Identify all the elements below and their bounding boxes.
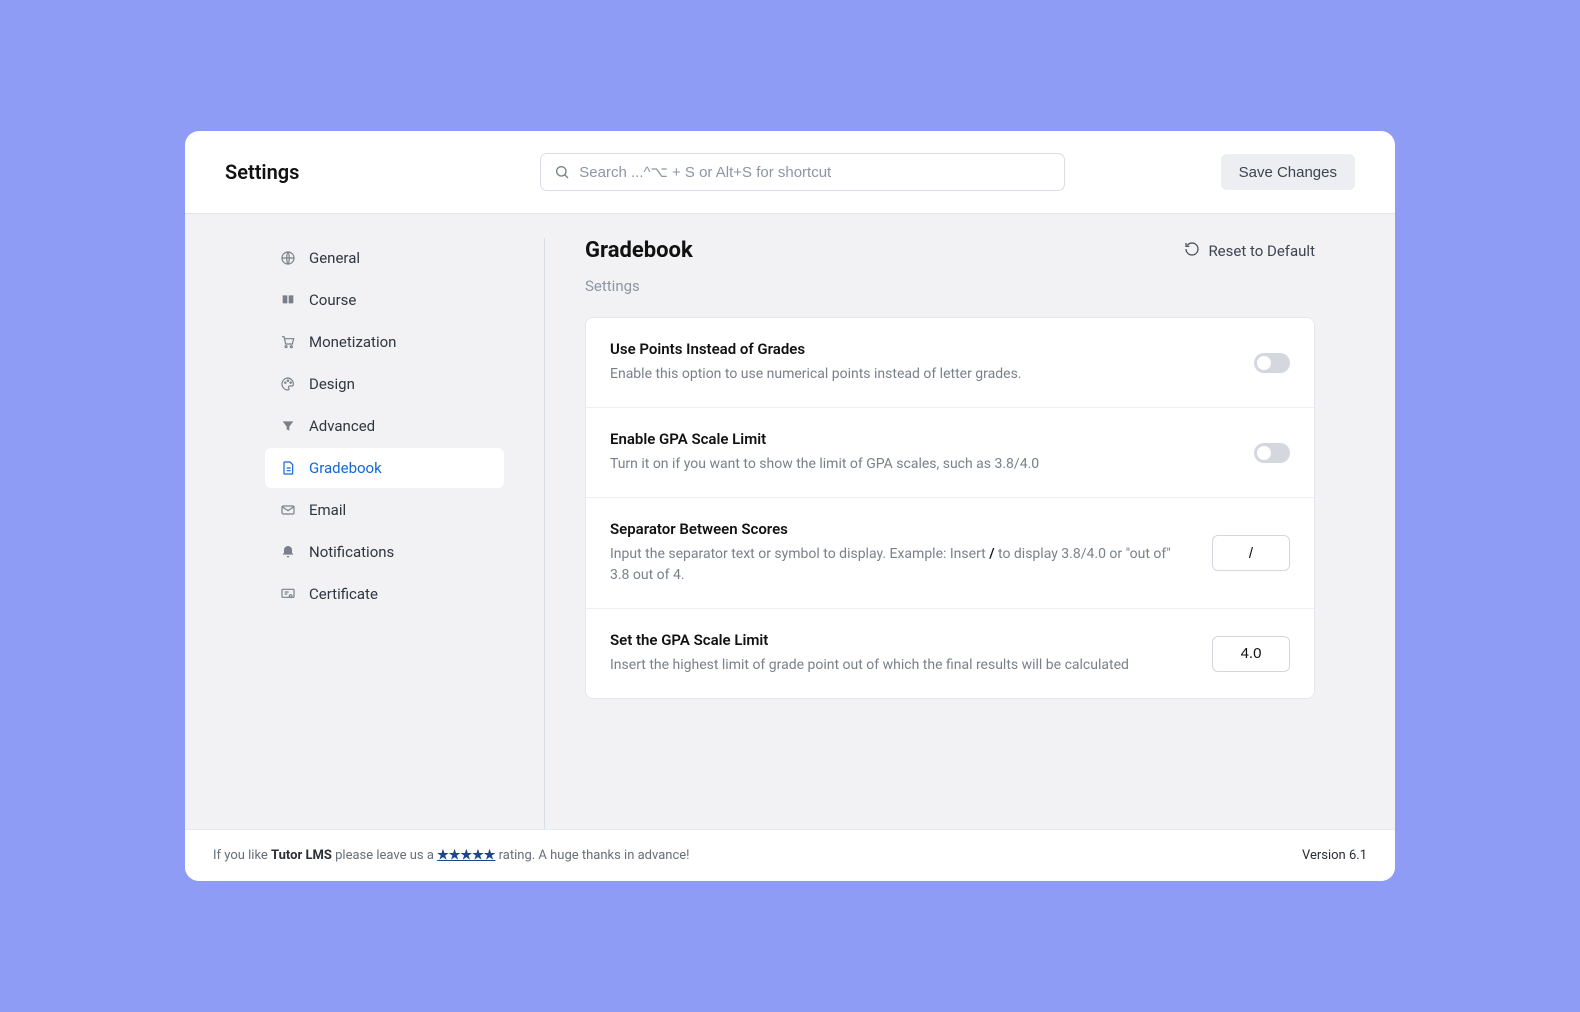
main-section: Gradebook Reset to Default Settings Use … [545, 238, 1315, 829]
input-separator[interactable] [1212, 535, 1290, 571]
sidebar-item-design[interactable]: Design [265, 364, 504, 404]
toggle-use-points[interactable] [1254, 353, 1290, 373]
sidebar-item-monetization[interactable]: Monetization [265, 322, 504, 362]
input-gpa-scale[interactable] [1212, 636, 1290, 672]
row-enable-gpa-limit: Enable GPA Scale Limit Turn it on if you… [586, 407, 1314, 497]
footer-brand: Tutor LMS [271, 848, 332, 863]
subhead: Settings [585, 277, 1315, 295]
sidebar-item-notifications[interactable]: Notifications [265, 532, 504, 572]
row-desc: Turn it on if you want to show the limit… [610, 454, 1214, 475]
globe-icon [279, 249, 297, 267]
search-icon [553, 163, 571, 181]
bell-icon [279, 543, 297, 561]
body-inner: General Course Monetization Design Advan… [185, 214, 1395, 829]
row-desc: Input the separator text or symbol to di… [610, 544, 1172, 586]
row-text: Separator Between Scores Input the separ… [610, 520, 1172, 586]
row-text: Enable GPA Scale Limit Turn it on if you… [610, 430, 1214, 475]
rating-stars-link[interactable]: ★★★★★ [437, 848, 495, 863]
sidebar-item-label: Design [309, 375, 355, 393]
row-use-points: Use Points Instead of Grades Enable this… [586, 318, 1314, 407]
palette-icon [279, 375, 297, 393]
sidebar-item-label: General [309, 249, 360, 267]
sidebar-item-label: Certificate [309, 585, 378, 603]
mail-icon [279, 501, 297, 519]
sidebar-item-gradebook[interactable]: Gradebook [265, 448, 504, 488]
sidebar-item-label: Advanced [309, 417, 375, 435]
main-head: Gradebook Reset to Default [585, 238, 1315, 263]
reset-to-default[interactable]: Reset to Default [1184, 241, 1315, 261]
toggle-gpa-limit[interactable] [1254, 443, 1290, 463]
version: Version 6.1 [1302, 848, 1367, 863]
footer-text: If you like Tutor LMS please leave us a … [213, 848, 690, 863]
sidebar-item-label: Monetization [309, 333, 396, 351]
row-title: Separator Between Scores [610, 520, 1172, 538]
sidebar-item-advanced[interactable]: Advanced [265, 406, 504, 446]
doc-icon [279, 459, 297, 477]
row-text: Set the GPA Scale Limit Insert the highe… [610, 631, 1172, 676]
row-title: Set the GPA Scale Limit [610, 631, 1172, 649]
footer-mid: please leave us a [332, 848, 437, 863]
reset-icon [1184, 241, 1200, 261]
row-gpa-scale: Set the GPA Scale Limit Insert the highe… [586, 608, 1314, 698]
row-separator: Separator Between Scores Input the separ… [586, 497, 1314, 608]
app-window: Settings Save Changes General Course [185, 131, 1395, 881]
search-input[interactable] [579, 164, 1052, 181]
sidebar-item-email[interactable]: Email [265, 490, 504, 530]
row-title: Use Points Instead of Grades [610, 340, 1214, 358]
topbar: Settings Save Changes [185, 131, 1395, 213]
row-text: Use Points Instead of Grades Enable this… [610, 340, 1214, 385]
sidebar-item-label: Notifications [309, 543, 394, 561]
search-wrap [401, 153, 1205, 191]
certificate-icon [279, 585, 297, 603]
sidebar-item-label: Email [309, 501, 346, 519]
row-title: Enable GPA Scale Limit [610, 430, 1214, 448]
footer: If you like Tutor LMS please leave us a … [185, 829, 1395, 881]
sidebar-item-label: Course [309, 291, 356, 309]
search-box[interactable] [540, 153, 1065, 191]
sidebar-item-certificate[interactable]: Certificate [265, 574, 504, 614]
section-title: Gradebook [585, 238, 693, 263]
filter-icon [279, 417, 297, 435]
sidebar-item-general[interactable]: General [265, 238, 504, 278]
footer-suffix: rating. A huge thanks in advance! [495, 848, 689, 863]
save-button[interactable]: Save Changes [1221, 154, 1355, 190]
content-body: General Course Monetization Design Advan… [185, 213, 1395, 881]
book-icon [279, 291, 297, 309]
sidebar-item-course[interactable]: Course [265, 280, 504, 320]
sidebar-item-label: Gradebook [309, 459, 382, 477]
settings-panel: Use Points Instead of Grades Enable this… [585, 317, 1315, 699]
footer-prefix: If you like [213, 848, 271, 863]
row-desc: Enable this option to use numerical poin… [610, 364, 1214, 385]
reset-label: Reset to Default [1208, 242, 1315, 260]
row-desc: Insert the highest limit of grade point … [610, 655, 1172, 676]
sidebar: General Course Monetization Design Advan… [265, 238, 545, 829]
cart-icon [279, 333, 297, 351]
page-title: Settings [225, 160, 385, 184]
row-desc-pre: Input the separator text or symbol to di… [610, 546, 989, 562]
